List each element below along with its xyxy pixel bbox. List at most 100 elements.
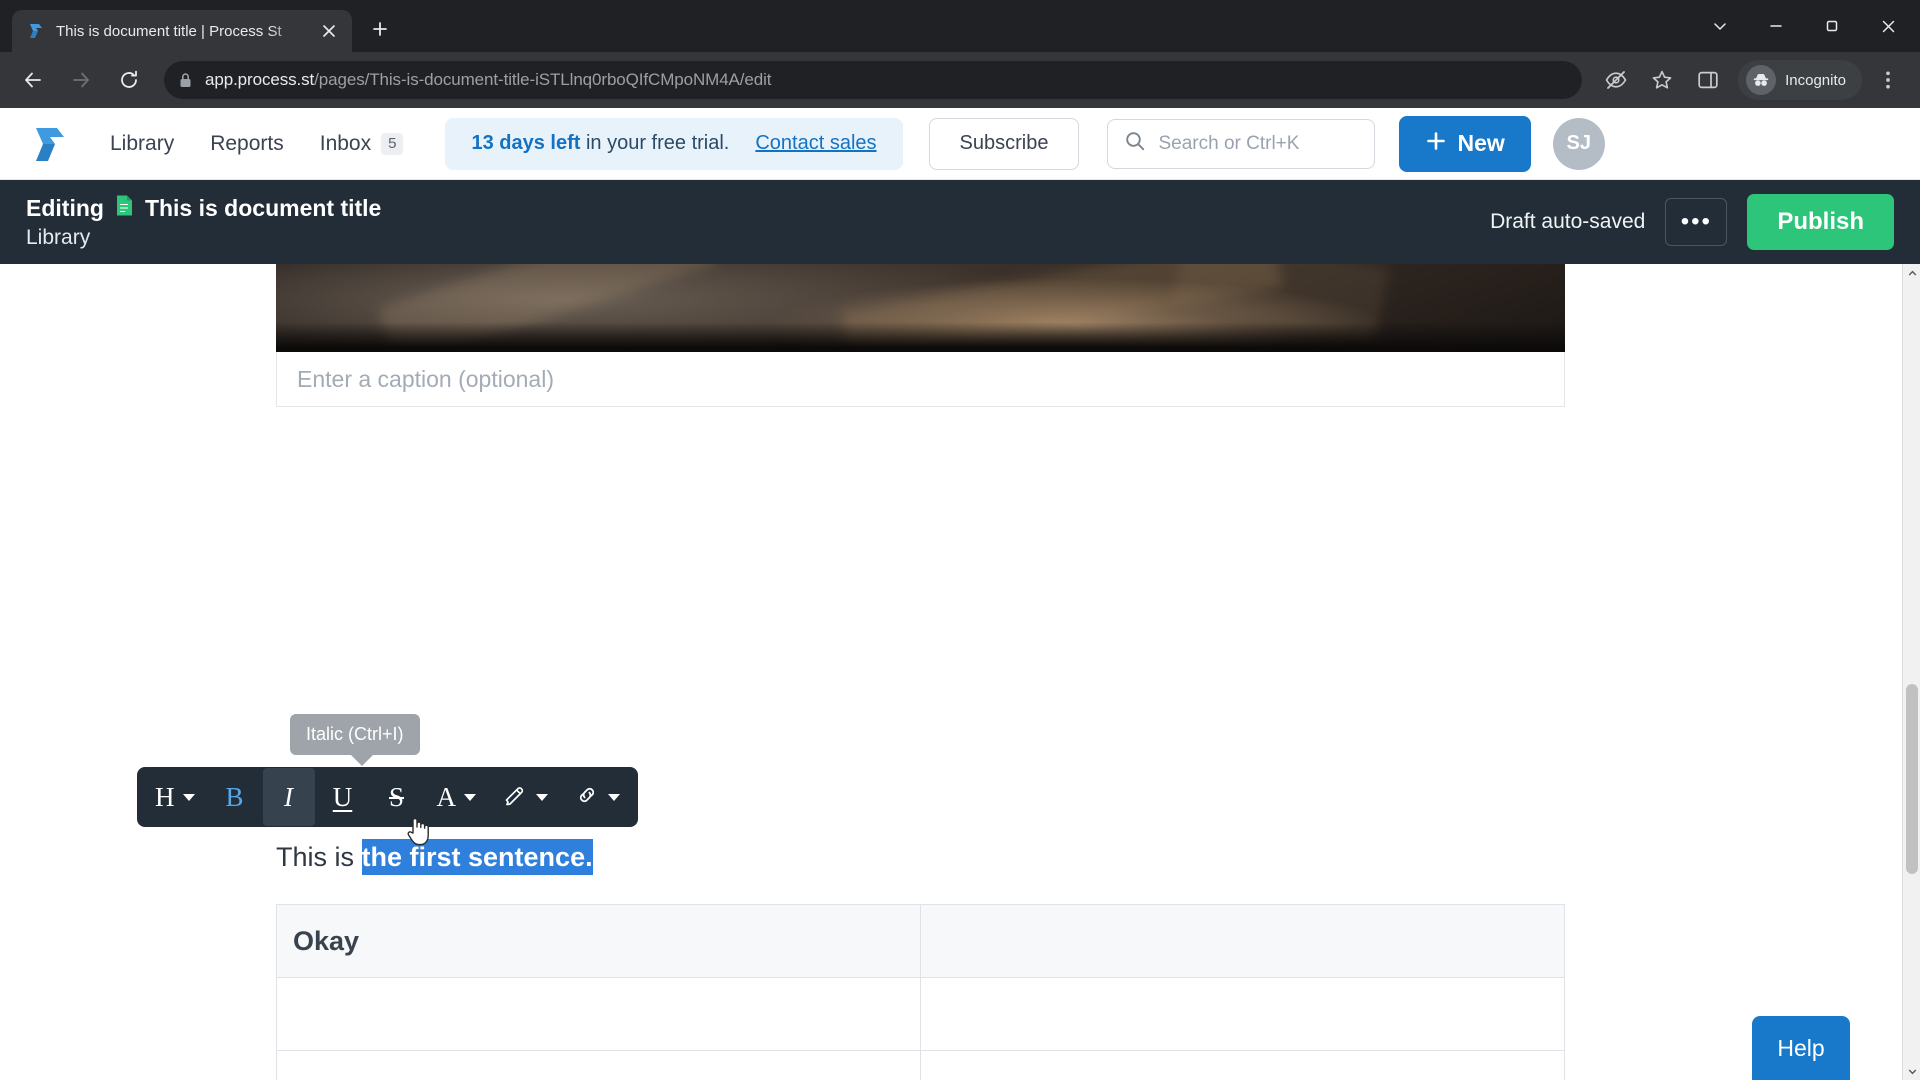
table-cell[interactable]: Okay: [276, 904, 921, 978]
table-cell[interactable]: [276, 1050, 921, 1080]
table-row[interactable]: Okay: [276, 904, 1565, 978]
sidebar-item-library[interactable]: Library: [92, 122, 192, 166]
chevron-down-icon: [536, 793, 548, 801]
paragraph-plain-text: This is: [276, 842, 362, 872]
editing-label: Editing: [26, 194, 104, 221]
tab-title: This is document title | Process St: [56, 22, 282, 40]
table-row[interactable]: [276, 1050, 1565, 1080]
page-title: This is document title: [144, 194, 382, 221]
publish-button[interactable]: Publish: [1747, 194, 1894, 250]
breadcrumb[interactable]: Library: [26, 226, 381, 250]
help-label: Help: [1777, 1034, 1825, 1061]
help-button[interactable]: Help: [1752, 1016, 1850, 1080]
document-paragraph[interactable]: This is the first sentence.: [276, 839, 593, 875]
underline-button[interactable]: U: [317, 768, 369, 826]
italic-tooltip: Italic (Ctrl+I): [290, 714, 420, 766]
new-button[interactable]: New: [1399, 115, 1531, 172]
link-icon: [574, 782, 600, 813]
url-host: app.process.st: [205, 70, 315, 89]
eye-crossed-icon[interactable]: [1596, 60, 1636, 100]
subscribe-label: Subscribe: [959, 132, 1049, 154]
italic-button[interactable]: I: [262, 768, 315, 826]
heading-button[interactable]: H: [143, 768, 207, 826]
bold-button[interactable]: B: [209, 768, 261, 826]
search-input[interactable]: Search or Ctrl+K: [1107, 118, 1376, 169]
text-format-toolbar: H B I U S A: [137, 767, 638, 827]
address-bar[interactable]: app.process.st/pages/This-is-document-ti…: [164, 61, 1583, 99]
side-panel-icon[interactable]: [1688, 60, 1728, 100]
maximize-icon[interactable]: [1804, 2, 1860, 50]
page-viewport: Library Reports Inbox 5 13 days left in …: [0, 108, 1920, 1080]
text-color-button[interactable]: A: [425, 768, 489, 826]
close-icon[interactable]: [316, 18, 342, 44]
table-cell[interactable]: [920, 904, 1565, 978]
table-cell[interactable]: [276, 977, 921, 1051]
reload-icon[interactable]: [108, 59, 150, 101]
chevron-down-icon: [182, 793, 195, 801]
chevron-down-icon[interactable]: [1692, 2, 1748, 50]
editing-banner-title-row: Editing This is document title: [26, 194, 381, 222]
strikethrough-button[interactable]: S: [371, 768, 423, 826]
subscribe-button[interactable]: Subscribe: [928, 117, 1080, 170]
incognito-indicator[interactable]: Incognito: [1738, 60, 1862, 100]
star-icon[interactable]: [1642, 60, 1682, 100]
back-arrow-icon[interactable]: [12, 59, 54, 101]
editing-banner-actions: Draft auto-saved ••• Publish: [1490, 194, 1894, 250]
trial-text: 13 days left in your free trial.: [471, 132, 729, 155]
link-button[interactable]: [562, 768, 632, 826]
three-dots-vertical-icon[interactable]: [1868, 60, 1908, 100]
forward-arrow-icon[interactable]: [60, 59, 102, 101]
app-navigation-bar: Library Reports Inbox 5 13 days left in …: [0, 108, 1920, 180]
document-table[interactable]: Okay: [276, 904, 1565, 1080]
avatar[interactable]: SJ: [1552, 117, 1605, 170]
underline-glyph: U: [332, 781, 353, 812]
window-close-icon[interactable]: [1860, 2, 1916, 50]
document-editor-area: Enter a caption (optional) Italic (Ctrl+…: [0, 264, 1920, 1080]
caption-placeholder: Enter a caption (optional): [297, 365, 554, 392]
nav-label-library: Library: [110, 131, 175, 155]
hero-image[interactable]: [276, 264, 1565, 352]
sidebar-item-inbox[interactable]: Inbox 5: [302, 122, 422, 166]
scroll-up-arrow-icon[interactable]: [1903, 264, 1920, 282]
table-cell[interactable]: [920, 977, 1565, 1051]
table-row[interactable]: [276, 977, 1565, 1051]
tab-strip: This is document title | Process St: [0, 0, 1920, 52]
search-icon: [1124, 130, 1146, 157]
more-options-button[interactable]: •••: [1665, 198, 1728, 246]
window-controls: [1692, 0, 1920, 52]
url-text: app.process.st/pages/This-is-document-ti…: [205, 70, 1568, 90]
incognito-label: Incognito: [1785, 71, 1846, 89]
table-cell[interactable]: [920, 1050, 1565, 1080]
status-badge: Draft auto-saved: [1490, 210, 1646, 233]
search-placeholder: Search or Ctrl+K: [1158, 132, 1300, 154]
browser-tab[interactable]: This is document title | Process St: [12, 10, 352, 52]
document-icon: [115, 194, 134, 222]
contact-sales-link[interactable]: Contact sales: [755, 132, 876, 155]
bold-glyph: B: [225, 781, 244, 812]
chevron-down-icon: [464, 793, 476, 801]
scrollbar-thumb[interactable]: [1906, 684, 1918, 874]
trial-rest: in your free trial.: [580, 132, 730, 154]
plus-icon: [1425, 130, 1447, 158]
process-street-brand-icon[interactable]: [24, 120, 76, 168]
plus-icon: [372, 21, 388, 42]
italic-glyph: I: [284, 781, 293, 812]
url-path: /pages/This-is-document-title-iSTLlnq0rb…: [314, 70, 772, 89]
minimize-icon[interactable]: [1748, 2, 1804, 50]
trial-banner: 13 days left in your free trial. Contact…: [445, 117, 903, 170]
lock-icon[interactable]: [178, 72, 193, 89]
scroll-down-arrow-icon[interactable]: [1903, 1062, 1920, 1080]
nav-label-inbox: Inbox: [319, 131, 372, 155]
nav-label-reports: Reports: [210, 131, 284, 155]
document-content: Enter a caption (optional) Italic (Ctrl+…: [0, 264, 1902, 1080]
heading-glyph: H: [155, 781, 175, 812]
page-scrollbar[interactable]: [1902, 264, 1920, 1080]
avatar-initials: SJ: [1566, 132, 1591, 154]
inbox-count-badge: 5: [381, 132, 404, 155]
new-tab-button[interactable]: [362, 13, 398, 49]
highlight-button[interactable]: [490, 768, 560, 826]
sidebar-item-reports[interactable]: Reports: [192, 122, 302, 166]
caption-input[interactable]: Enter a caption (optional): [276, 352, 1565, 407]
publish-label: Publish: [1777, 208, 1864, 235]
strikethrough-glyph: S: [388, 781, 405, 812]
